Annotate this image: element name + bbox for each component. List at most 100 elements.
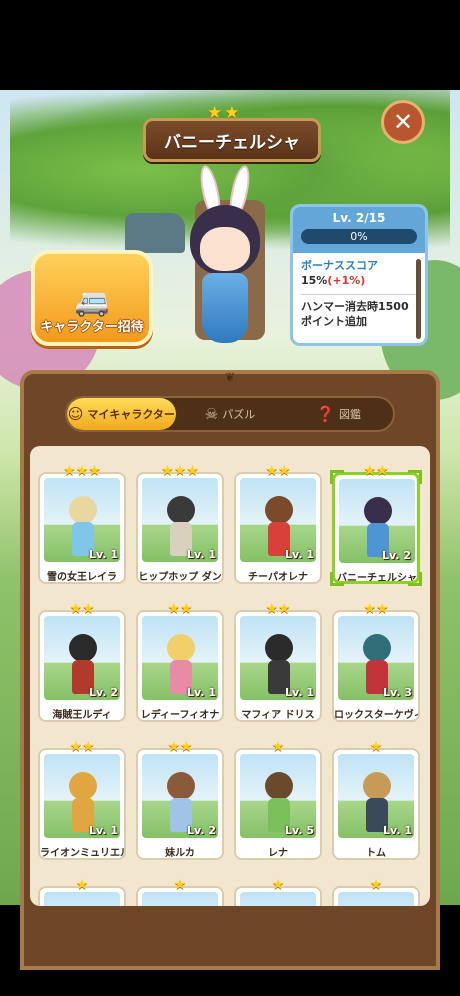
star-icon: ★ xyxy=(376,601,389,617)
star-icon: ★ xyxy=(75,877,89,893)
character-card[interactable]: ★★ Lv. 3 ロックスターケヴィン xyxy=(330,600,422,730)
character-card[interactable]: ★★ Lv. 2 海賊王ルディ xyxy=(36,600,128,730)
character-face xyxy=(200,227,250,271)
bonus-score-title: ボーナススコア xyxy=(301,259,378,272)
star-icon: ★ xyxy=(173,877,187,893)
title-stars: ★ ★ xyxy=(207,105,240,122)
invite-character-button[interactable]: 🚐 キャラクター招待 xyxy=(31,250,153,346)
card-stars: ★★ xyxy=(232,598,324,617)
character-card[interactable]: ★★ Lv. 2 妹ルカ xyxy=(134,738,226,868)
star-icon: ★ xyxy=(69,601,82,617)
character-card[interactable]: ★★ Lv. 1 ライオンミュリエル xyxy=(36,738,128,868)
card-name: マフィア ドリス xyxy=(241,710,315,721)
card-level: Lv. 1 xyxy=(383,824,412,837)
character-card[interactable]: ★★ Lv. 2 バニーチェルシャ xyxy=(330,462,422,592)
card-level: Lv. 1 xyxy=(89,824,118,837)
portrait-head xyxy=(69,634,97,662)
level-panel: Lv. 2/15 0% ボーナススコア 15%(+1%) ハンマー消去時1500… xyxy=(290,204,428,346)
portrait-head xyxy=(265,634,293,662)
character-card[interactable]: ★ xyxy=(232,876,324,906)
level-text: Lv. 2/15 xyxy=(332,211,386,225)
card-level: Lv. 1 xyxy=(89,548,118,561)
star-icon: ★ xyxy=(82,601,95,617)
card-stars: ★★ xyxy=(330,598,422,617)
card-level: Lv. 1 xyxy=(285,686,314,699)
card-name: レナ xyxy=(268,848,288,859)
star-icon: ★ xyxy=(363,463,376,479)
star-icon: ★ xyxy=(75,463,89,479)
van-icon: 🚐 xyxy=(74,285,110,319)
card-stars: ★ xyxy=(232,736,324,755)
tab-bar: ☺ マイキャラクター ☠ パズル ❓ 図鑑 xyxy=(65,396,395,432)
status-bar-area xyxy=(0,0,460,90)
tab-label: 図鑑 xyxy=(339,408,362,421)
character-card[interactable]: ★★ Lv. 1 チーパオレナ xyxy=(232,462,324,592)
portrait-head xyxy=(265,496,293,524)
character-card[interactable]: ★ xyxy=(134,876,226,906)
card-level: Lv. 2 xyxy=(187,824,216,837)
tab-label: パズル xyxy=(222,408,256,421)
character-card[interactable]: ★ xyxy=(36,876,128,906)
divider xyxy=(301,293,417,295)
card-stars: ★★ xyxy=(134,736,226,755)
portrait-head xyxy=(265,772,293,800)
portrait-head xyxy=(364,497,392,525)
star-icon: ★ xyxy=(173,463,187,479)
tab-1[interactable]: ☠ パズル xyxy=(176,398,285,430)
star-icon: ★ xyxy=(63,463,76,479)
close-icon: ✕ xyxy=(392,108,414,136)
card-level: Lv. 3 xyxy=(383,686,412,699)
tab-2[interactable]: ❓ 図鑑 xyxy=(284,398,393,430)
card-stars: ★ xyxy=(232,874,324,893)
skull-icon: ☠ xyxy=(204,405,219,423)
star-icon: ★ xyxy=(180,739,193,755)
card-level: Lv. 2 xyxy=(382,549,411,562)
star-icon: ★ xyxy=(88,463,101,479)
skill-description: ハンマー消去時1500ポイント追加 xyxy=(301,299,409,328)
portrait-head xyxy=(69,496,97,524)
close-button[interactable]: ✕ xyxy=(381,100,425,144)
star-icon: ★ xyxy=(82,739,95,755)
selection-corner xyxy=(330,572,344,586)
star-icon: ★ xyxy=(69,739,82,755)
card-frame: Lv. 1 マフィア ドリス xyxy=(234,610,322,722)
character-card[interactable]: ★★ Lv. 1 レディーフィオナ xyxy=(134,600,226,730)
level-header: Lv. 2/15 0% xyxy=(293,207,425,253)
level-progress-bar: 0% xyxy=(301,229,417,244)
character-card[interactable]: ★ Lv. 1 トム xyxy=(330,738,422,868)
portrait-head xyxy=(363,634,391,662)
card-stars: ★★ xyxy=(134,598,226,617)
card-stars: ★★ xyxy=(232,460,324,479)
character-card[interactable]: ★★★ Lv. 1 雪の女王レイラ xyxy=(36,462,128,592)
star-icon: ★ xyxy=(278,463,291,479)
character-title-sign: バニーチェルシャ xyxy=(143,118,321,162)
bonus-plus: (+1%) xyxy=(327,273,366,287)
character-card[interactable]: ★ Lv. 5 レナ xyxy=(232,738,324,868)
star-icon: ★ xyxy=(224,103,240,123)
card-frame: Lv. 2 妹ルカ xyxy=(136,748,224,860)
card-name: チーパオレナ xyxy=(248,572,308,583)
card-frame: Lv. 1 ヒップホップ ダン xyxy=(136,472,224,584)
character-portrait xyxy=(240,892,316,906)
tab-0[interactable]: ☺ マイキャラクター xyxy=(67,398,176,430)
character-card[interactable]: ★★ Lv. 1 マフィア ドリス xyxy=(232,600,324,730)
character-portrait xyxy=(44,892,120,906)
character-name: バニーチェルシャ xyxy=(164,132,300,153)
character-card[interactable]: ★★★ Lv. 1 ヒップホップ ダン xyxy=(134,462,226,592)
star-icon: ★ xyxy=(271,877,285,893)
star-icon: ★ xyxy=(363,601,376,617)
portrait-head xyxy=(363,772,391,800)
character-card[interactable]: ★ xyxy=(330,876,422,906)
selection-corner xyxy=(330,470,344,484)
card-frame: Lv. 3 ロックスターケヴィン xyxy=(332,610,420,722)
star-icon: ★ xyxy=(278,601,291,617)
card-name: バニーチェルシャ xyxy=(337,573,417,584)
star-icon: ★ xyxy=(161,463,174,479)
panel-scrollbar[interactable] xyxy=(416,259,421,339)
board-ornament: ❦ xyxy=(224,370,236,384)
portrait-head xyxy=(69,772,97,800)
card-frame: Lv. 2 バニーチェルシャ xyxy=(332,472,420,584)
card-level: Lv. 1 xyxy=(285,548,314,561)
featured-character xyxy=(180,163,270,355)
star-icon: ★ xyxy=(369,739,383,755)
